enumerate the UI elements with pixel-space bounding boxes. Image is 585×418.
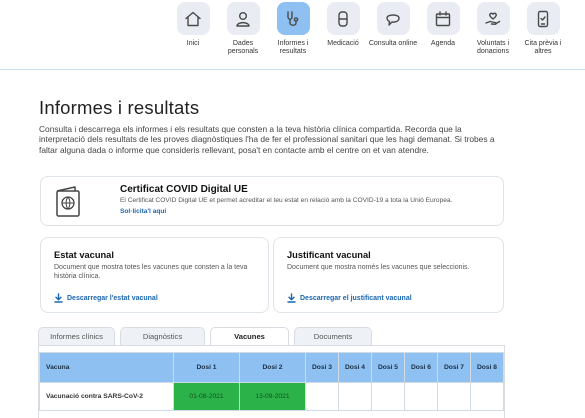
download-estat-vacunal-link[interactable]: Descarregar l'estat vacunal — [54, 293, 158, 303]
estat-vacunal-title: Estat vacunal — [54, 250, 114, 260]
nav-item-voluntats-donacions[interactable]: Voluntats i donacions — [468, 0, 518, 70]
tab-diagnostics[interactable]: Diagnòstics — [120, 327, 205, 345]
nav-item-medicacio[interactable]: Medicació — [318, 0, 368, 70]
nav-label: Consulta online — [368, 40, 418, 47]
download-icon — [54, 293, 63, 303]
nav-label: Cita prèvia i altres — [524, 40, 562, 55]
pill-icon — [326, 2, 360, 35]
top-navigation: Inici Dades personals Informes i resulta… — [168, 0, 585, 70]
estat-vacunal-card: Estat vacunal Document que mostra totes … — [40, 237, 269, 313]
stethoscope-icon — [276, 2, 310, 35]
nav-item-dades-personals[interactable]: Dades personals — [218, 0, 268, 70]
nav-label: Dades personals — [227, 40, 259, 55]
download-label: Descarregar l'estat vacunal — [67, 294, 158, 302]
covid-certificate-card: Certificat COVID Digital UE El Certifica… — [40, 176, 504, 226]
nav-item-informes-resultats[interactable]: Informes i resultats — [268, 0, 318, 70]
nav-item-agenda[interactable]: Agenda — [418, 0, 468, 70]
table-row: Vacunació contra SARS-CoV-2 01-08-2021 1… — [39, 382, 504, 411]
vaccine-table: Vacuna Dosi 1 Dosi 2 Dosi 3 Dosi 4 Dosi … — [39, 352, 504, 411]
dose-date-cell — [305, 382, 339, 411]
tab-informes-clinics[interactable]: Informes clínics — [38, 327, 115, 345]
nav-label: Informes i resultats — [277, 40, 309, 55]
nav-label: Voluntats i donacions — [476, 40, 510, 55]
dose-date-cell — [338, 382, 372, 411]
column-header: Dosi 1 — [173, 352, 240, 383]
nav-item-consulta-online[interactable]: Consulta online — [368, 0, 418, 70]
estat-vacunal-description: Document que mostra totes les vacunes qu… — [54, 264, 248, 280]
column-header: Dosi 6 — [404, 352, 438, 383]
justificant-vacunal-description: Document que mostra només les vacunes qu… — [287, 264, 470, 271]
chat-bubble-icon — [376, 2, 410, 35]
person-icon — [226, 2, 260, 35]
nav-divider — [0, 69, 585, 70]
calendar-icon — [426, 2, 460, 35]
passport-icon — [56, 186, 80, 217]
column-header: Dosi 8 — [470, 352, 504, 383]
nav-label: Agenda — [430, 40, 456, 47]
dose-date-cell: 01-08-2021 — [173, 382, 240, 411]
table-header-row: Vacuna Dosi 1 Dosi 2 Dosi 3 Dosi 4 Dosi … — [39, 352, 504, 383]
justificant-vacunal-card: Justificant vacunal Document que mostra … — [273, 237, 504, 313]
column-header: Dosi 2 — [239, 352, 306, 383]
covid-certificate-title: Certificat COVID Digital UE — [120, 184, 248, 195]
download-justificant-vacunal-link[interactable]: Descarregar el justificant vacunal — [287, 293, 412, 303]
column-header: Vacuna — [39, 352, 174, 383]
tab-vacunes[interactable]: Vacunes — [210, 327, 289, 345]
nav-item-cita-previa[interactable]: Cita prèvia i altres — [518, 0, 568, 70]
dose-date-cell — [404, 382, 438, 411]
phone-icon — [526, 2, 560, 35]
records-tabs: Informes clínics Diagnòstics Vacunes Doc… — [38, 327, 377, 345]
nav-label: Inici — [186, 40, 200, 47]
download-label: Descarregar el justificant vacunal — [300, 294, 412, 302]
dose-date-cell — [470, 382, 504, 411]
dose-date-cell — [437, 382, 471, 411]
home-icon — [176, 2, 210, 35]
request-certificate-link[interactable]: Sol·licita'l aquí — [120, 208, 166, 215]
download-icon — [287, 293, 296, 303]
heart-hand-icon — [476, 2, 510, 35]
dose-date-cell: 13-09-2021 — [239, 382, 306, 411]
page-intro: Consulta i descarrega els informes i els… — [39, 124, 495, 155]
column-header: Dosi 5 — [371, 352, 405, 383]
nav-item-inici[interactable]: Inici — [168, 0, 218, 70]
nav-label: Medicació — [327, 40, 359, 47]
tab-documents[interactable]: Documents — [294, 327, 372, 345]
column-header: Dosi 3 — [305, 352, 339, 383]
dose-date-cell — [371, 382, 405, 411]
column-header: Dosi 7 — [437, 352, 471, 383]
page-title: Informes i resultats — [39, 97, 200, 118]
justificant-vacunal-title: Justificant vacunal — [287, 250, 371, 260]
column-header: Dosi 4 — [338, 352, 372, 383]
vaccine-name-cell: Vacunació contra SARS-CoV-2 — [39, 382, 174, 411]
covid-certificate-description: El Certificat COVID Digital UE et permet… — [120, 197, 453, 204]
